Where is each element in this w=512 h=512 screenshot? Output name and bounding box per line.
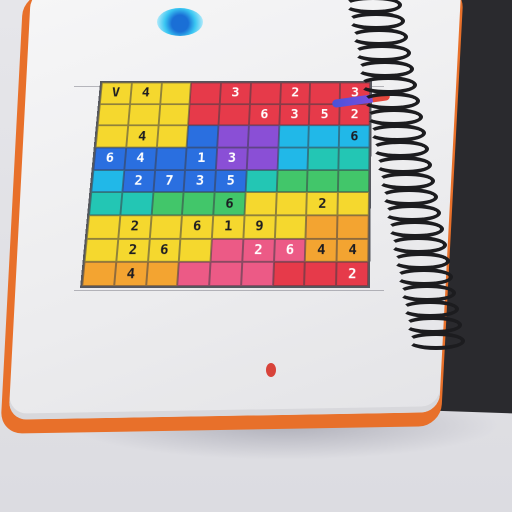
sudoku-cell[interactable]: 6 xyxy=(249,104,280,126)
sudoku-cell[interactable]: 6 xyxy=(213,192,245,215)
sudoku-cell[interactable] xyxy=(278,126,309,148)
sudoku-cell[interactable] xyxy=(182,192,214,215)
sudoku-cell[interactable]: 7 xyxy=(153,170,185,193)
sudoku-cell[interactable] xyxy=(309,126,340,148)
sudoku-cell[interactable] xyxy=(158,104,190,126)
sudoku-cell[interactable] xyxy=(156,126,188,148)
sudoku-cell[interactable]: 6 xyxy=(274,239,306,263)
sudoku-cell[interactable]: V xyxy=(100,83,132,104)
sudoku-cell[interactable] xyxy=(128,104,160,126)
sudoku-cell[interactable]: 3 xyxy=(184,170,216,193)
sudoku-cell[interactable]: 4 xyxy=(130,83,162,104)
sudoku-cell[interactable] xyxy=(275,215,307,238)
sudoku-cell[interactable] xyxy=(277,148,308,170)
sudoku-cell[interactable] xyxy=(82,262,116,286)
spiral-ring-icon xyxy=(407,332,465,350)
sudoku-cell[interactable] xyxy=(217,126,248,148)
page-marker-icon xyxy=(266,363,276,377)
sudoku-cell[interactable] xyxy=(219,104,250,126)
sudoku-cell[interactable] xyxy=(306,215,338,238)
sudoku-grid[interactable]: V43236352466413273562261926264442 xyxy=(80,81,372,288)
sudoku-cell[interactable] xyxy=(307,170,338,193)
sudoku-cell[interactable] xyxy=(120,192,153,215)
sudoku-board[interactable]: V43236352466413273562261926264442 xyxy=(80,81,372,288)
sudoku-cell[interactable]: 4 xyxy=(124,148,156,170)
sudoku-cell[interactable]: 3 xyxy=(216,148,248,170)
sudoku-cell[interactable] xyxy=(190,83,221,104)
camera-icon xyxy=(157,8,203,36)
sudoku-cell[interactable]: 5 xyxy=(215,170,247,193)
scene: V43236352466413273562261926264442 xyxy=(0,0,512,512)
sudoku-cell[interactable]: 1 xyxy=(212,215,244,238)
sudoku-cell[interactable] xyxy=(151,192,184,215)
sudoku-cell[interactable] xyxy=(179,239,212,263)
sudoku-cell[interactable]: 2 xyxy=(280,83,311,104)
sudoku-cell[interactable]: 2 xyxy=(242,239,274,263)
sudoku-cell[interactable]: 2 xyxy=(118,215,151,238)
sudoku-cell[interactable] xyxy=(87,215,120,238)
sudoku-cell[interactable] xyxy=(91,170,124,193)
sudoku-cell[interactable] xyxy=(177,262,210,286)
sudoku-cell[interactable] xyxy=(304,262,336,286)
sudoku-cell[interactable] xyxy=(209,262,242,286)
sudoku-cell[interactable] xyxy=(89,192,122,215)
sudoku-cell[interactable]: 4 xyxy=(114,262,148,286)
sudoku-cell[interactable] xyxy=(247,148,279,170)
spiral-binding xyxy=(338,0,458,376)
sudoku-cell[interactable] xyxy=(250,83,281,104)
sudoku-cell[interactable] xyxy=(246,170,278,193)
sudoku-cell[interactable]: 6 xyxy=(93,148,126,170)
sudoku-cell[interactable] xyxy=(160,83,191,104)
sudoku-cell[interactable]: 4 xyxy=(305,239,337,263)
sudoku-cell[interactable] xyxy=(98,104,130,126)
sudoku-cell[interactable] xyxy=(211,239,244,263)
sudoku-cell[interactable]: 2 xyxy=(307,192,339,215)
sudoku-cell[interactable] xyxy=(96,126,128,148)
sudoku-cell[interactable] xyxy=(188,104,219,126)
sudoku-cell[interactable]: 6 xyxy=(148,239,181,263)
sudoku-cell[interactable] xyxy=(248,126,279,148)
sudoku-cell[interactable] xyxy=(276,170,308,193)
sudoku-cell[interactable] xyxy=(155,148,187,170)
sudoku-cell[interactable]: 2 xyxy=(122,170,155,193)
sudoku-cell[interactable]: 1 xyxy=(185,148,217,170)
sudoku-cell[interactable]: 9 xyxy=(243,215,275,238)
sudoku-cell[interactable] xyxy=(275,192,307,215)
sudoku-cell[interactable] xyxy=(146,262,179,286)
sudoku-cell[interactable] xyxy=(187,126,219,148)
sudoku-cell[interactable]: 2 xyxy=(116,239,149,263)
sudoku-cell[interactable] xyxy=(244,192,276,215)
sudoku-cell[interactable] xyxy=(149,215,182,238)
sudoku-cell[interactable] xyxy=(85,239,119,263)
sudoku-cell[interactable]: 4 xyxy=(126,126,158,148)
sudoku-cell[interactable] xyxy=(273,262,305,286)
sudoku-cell[interactable]: 3 xyxy=(279,104,310,126)
sudoku-cell[interactable]: 3 xyxy=(220,83,251,104)
sudoku-cell[interactable] xyxy=(308,148,339,170)
sudoku-cell[interactable] xyxy=(241,262,274,286)
sudoku-cell[interactable]: 6 xyxy=(181,215,214,238)
